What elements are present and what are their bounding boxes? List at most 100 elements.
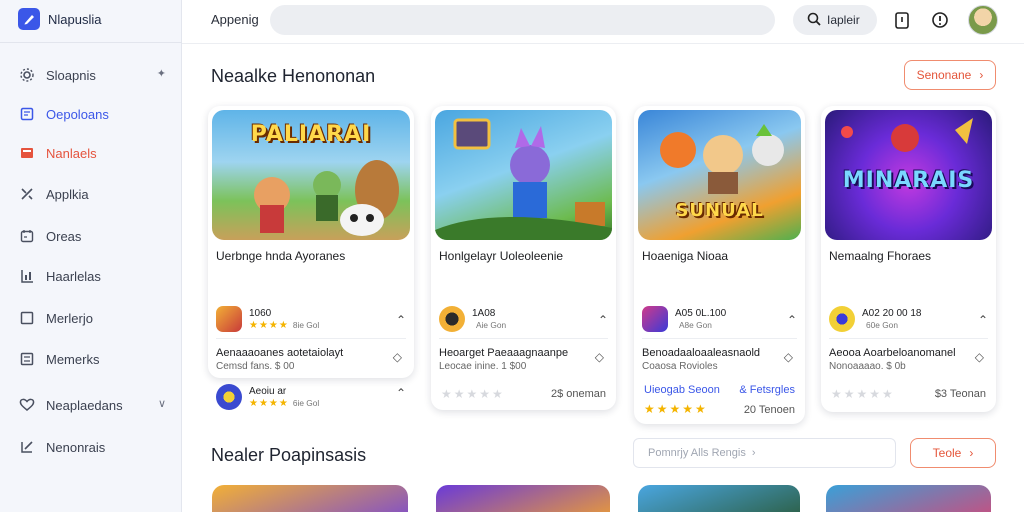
chevron-down-icon[interactable]: ∨	[158, 397, 166, 410]
rating-value: Aeoiu ar	[249, 385, 287, 397]
view-button[interactable]: Teole ›	[910, 438, 996, 468]
sidebar-item-label: Oreas	[46, 228, 82, 244]
topbar-divider	[182, 43, 1024, 44]
avatar[interactable]	[968, 5, 998, 35]
chevron-up-icon[interactable]: ⌃	[978, 313, 988, 327]
sidebar-item-8[interactable]: Neaplaedans ∨	[18, 394, 168, 416]
sidebar-item-1[interactable]: Oepoloans	[18, 103, 168, 125]
star-rating: ★★★★★	[831, 387, 895, 401]
chevron-right-icon: ›	[751, 447, 756, 459]
star-rating: ★★★★★	[441, 387, 505, 401]
info-icon[interactable]	[929, 9, 951, 31]
chevron-up-icon[interactable]: ⌃	[787, 313, 797, 327]
app-logo-icon	[18, 8, 40, 30]
description-line: Benoadaaloaaleasnaold	[642, 347, 761, 359]
app-thumbnail[interactable]	[436, 485, 610, 512]
rating-row: A02 20 00 18 60e Gon	[829, 306, 988, 332]
search-button-label: Iapleir	[827, 13, 860, 27]
rating-meta: A8e Gon	[679, 319, 712, 330]
folder-icon	[18, 144, 36, 162]
chevron-up-icon[interactable]: ⌃	[598, 313, 608, 327]
chevron-up-icon[interactable]: ⌃	[396, 386, 406, 400]
sparkle-icon: ✦	[156, 68, 166, 80]
calendar-icon	[18, 227, 36, 245]
sidebar-item-9[interactable]: Nenonrais	[18, 436, 168, 458]
sidebar-item-4[interactable]: Oreas	[18, 225, 168, 247]
description-line: Heoarget Paeaaagnaanpe	[439, 347, 569, 359]
rating-value: A02 20 00 18	[862, 307, 922, 319]
app-icon	[439, 306, 465, 332]
rating-meta: 60e Gon	[866, 319, 898, 330]
description-subline: Leocae inine. 1 $00	[439, 361, 527, 372]
app-title: Hoaeniga Nioaa	[642, 249, 729, 263]
rating-row: 1060 ★★★★ 8ie Gol	[216, 306, 406, 332]
see-all-button[interactable]: Senonane ›	[904, 60, 996, 90]
card-divider	[829, 338, 988, 339]
gear-icon	[18, 66, 36, 84]
app-title: Uerbnge hnda Ayoranes	[216, 249, 346, 263]
star-rating: ★★★★	[249, 397, 289, 409]
rating-row: A05 0L.100 A8e Gon	[642, 306, 797, 332]
app-thumbnail[interactable]	[826, 485, 991, 512]
app-card[interactable]: SUNUAL Hoaeniga Nioaa A05 0L.100 A8e Gon…	[634, 106, 805, 424]
app-description: Aenaaaoanes aotetaiolayt Cemsd fans. $ 0…	[216, 346, 384, 374]
tools-icon	[18, 185, 36, 203]
search-input[interactable]	[270, 5, 775, 35]
rating-value: 1A08	[472, 307, 496, 319]
view-button-label: Teole	[932, 446, 962, 460]
pin-icon[interactable]: ◇	[975, 350, 984, 364]
sidebar-item-7[interactable]: Memerks	[18, 348, 168, 370]
chevron-up-icon[interactable]: ⌃	[396, 313, 406, 327]
filter-input[interactable]: Pomnrjy Alls Rengis ›	[633, 438, 896, 468]
app-icon	[829, 306, 855, 332]
description-line: Aenaaaoanes aotetaiolayt	[216, 347, 344, 359]
star-rating: ★★★★	[249, 319, 289, 331]
chevron-right-icon: ›	[969, 446, 974, 460]
sidebar-item-label: Memerks	[46, 351, 100, 367]
app-description: Aeooa Aoarbeloanomanel Nonoaaaao. $ 0b	[829, 346, 966, 374]
heart-icon	[18, 396, 36, 414]
pin-icon[interactable]: ◇	[595, 350, 604, 364]
description-subline: Coaosa Rovioles	[642, 361, 718, 372]
card-divider	[642, 338, 797, 339]
card-divider	[216, 338, 406, 339]
description-subline: Cemsd fans. $ 00	[216, 361, 295, 372]
pin-icon[interactable]: ◇	[393, 350, 402, 364]
sidebar-item-3[interactable]: Applkia	[18, 183, 168, 205]
app-description: Benoadaaloaaleasnaold Coaosa Rovioles	[642, 346, 775, 374]
square-icon	[18, 309, 36, 327]
rating-meta: 8ie Gol	[292, 319, 320, 330]
search-button[interactable]: Iapleir	[793, 5, 877, 35]
card-divider	[439, 338, 608, 339]
edit-icon	[18, 438, 36, 456]
feature-link[interactable]: & Fetsrgles	[739, 384, 795, 396]
sidebar-item-label: Applkia	[46, 186, 89, 202]
list-icon	[18, 350, 36, 368]
app-card[interactable]: PALIARAI Uerbnge hnda Ayoranes 1060 ★★★★…	[208, 106, 414, 378]
brand[interactable]: Nlapuslia	[18, 8, 101, 30]
app-thumbnail[interactable]	[638, 485, 800, 512]
price-label: $3 Teonan	[934, 388, 986, 400]
app-icon	[642, 306, 668, 332]
document-icon	[18, 105, 36, 123]
sidebar-item-label: Merlerjo	[46, 310, 93, 326]
sidebar-item-0[interactable]: Sloapnis ✦	[18, 64, 168, 86]
price-label: 2$ oneman	[550, 388, 606, 400]
app-cover-art: PALIARAI	[212, 110, 410, 240]
feature-link[interactable]: Uieogab Seoon	[644, 384, 720, 396]
pin-icon[interactable]: ◇	[784, 350, 793, 364]
app-icon	[216, 306, 242, 332]
star-rating: ★★★★★	[644, 402, 708, 416]
app-card[interactable]: Honlgelayr Uoleoleenie 1A08 Aie Gon ⌃ He…	[431, 106, 616, 410]
app-icon	[216, 384, 242, 410]
rating-value: 1060	[249, 307, 272, 319]
app-card[interactable]: MINARAIS Nemaalng Fhoraes A02 20 00 18 6…	[821, 106, 996, 412]
sidebar-item-2[interactable]: Nanlaels	[18, 142, 168, 164]
see-all-label: Senonane	[916, 68, 972, 82]
sidebar-item-6[interactable]: Merlerjo	[18, 307, 168, 329]
sidebar-item-5[interactable]: Haarlelas	[18, 265, 168, 287]
clipboard-icon[interactable]	[891, 9, 913, 31]
app-card-extra-row[interactable]: Aeoiu ar ★★★★ 6ie Gol ⌃	[208, 378, 414, 418]
description-subline: Nonoaaaao. $ 0b	[829, 361, 906, 372]
app-thumbnail[interactable]	[212, 485, 408, 512]
